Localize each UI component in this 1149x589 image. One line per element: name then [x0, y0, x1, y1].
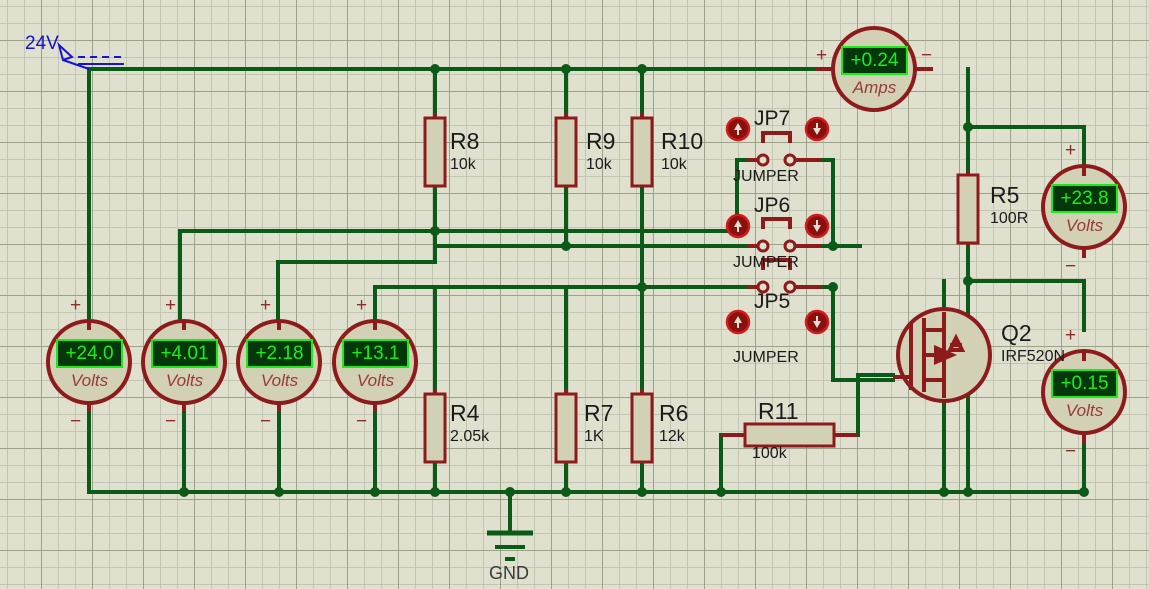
jumper-jp5-type: JUMPER	[733, 349, 799, 366]
voltmeter-v6-plus: +	[1065, 325, 1077, 346]
jumper-jp7-type: JUMPER	[733, 168, 799, 185]
resistor-r4	[423, 392, 447, 464]
resistor-r4-ref: R4	[450, 400, 480, 426]
source-label: 24V	[25, 33, 59, 54]
resistor-r6-value: 12k	[659, 428, 685, 445]
resistor-r7-ref: R7	[584, 400, 614, 426]
jumper-jp7-ref: JP7	[754, 107, 791, 130]
mosfet-q2	[893, 307, 992, 403]
resistor-r8-value: 10k	[450, 156, 476, 173]
resistor-r10	[630, 116, 654, 188]
resistor-r10-value: 10k	[661, 156, 687, 173]
voltmeter-v6-value: +0.15	[1060, 373, 1109, 394]
resistor-r4-value: 2.05k	[450, 428, 490, 445]
ground-symbol	[487, 530, 533, 561]
resistor-r11-ref: R11	[758, 398, 799, 424]
ammeter-a1-unit: Amps	[852, 78, 897, 97]
voltmeter-v3-plus: +	[260, 295, 272, 316]
jp7-down-button[interactable]	[804, 116, 830, 142]
jp5-up-button[interactable]	[725, 309, 751, 335]
resistor-r9-value: 10k	[586, 156, 612, 173]
voltmeter-v2-value: +4.01	[160, 343, 209, 364]
resistor-r8-ref: R8	[450, 128, 480, 154]
jp6-up-button[interactable]	[725, 213, 751, 239]
resistor-r7	[554, 392, 578, 464]
ammeter-a1-value: +0.24	[850, 50, 899, 71]
voltmeter-v3-minus: −	[260, 411, 272, 432]
ammeter-a1-minus: −	[921, 45, 933, 66]
resistor-r5-ref: R5	[990, 182, 1020, 208]
resistor-r9	[554, 116, 578, 188]
voltmeter-v2-minus: −	[165, 411, 177, 432]
voltmeter-v1-minus: −	[70, 411, 82, 432]
voltmeter-v5-unit: Volts	[1065, 216, 1104, 235]
voltmeter-v4-plus: +	[356, 295, 368, 316]
resistor-r9-ref: R9	[586, 128, 616, 154]
voltmeter-v3-value: +2.18	[255, 343, 304, 364]
voltmeter-v1-value: +24.0	[65, 343, 114, 364]
resistor-r8	[423, 116, 447, 188]
voltmeter-v6-unit: Volts	[1065, 401, 1104, 420]
jp7-up-button[interactable]	[725, 116, 751, 142]
voltmeter-v4-value: +13.1	[351, 343, 400, 364]
resistor-r5	[956, 173, 980, 245]
voltmeter-v5-minus: −	[1065, 256, 1077, 277]
resistor-r11-value: 100k	[752, 445, 787, 462]
ground-label: GND	[489, 563, 529, 583]
schematic-canvas: 24V R8 10k R9 10k R10 10k R5 100R R4 2.0…	[0, 0, 1149, 589]
voltmeter-v4-minus: −	[356, 411, 368, 432]
voltmeter-v2-plus: +	[165, 295, 177, 316]
jumper-jp6-ref: JP6	[754, 194, 791, 217]
voltmeter-v6-minus: −	[1065, 441, 1077, 462]
source-terminal-symbol	[57, 41, 124, 70]
jumper-jp6-type: JUMPER	[733, 254, 799, 271]
voltmeter-v5-value: +23.8	[1060, 188, 1109, 209]
transistor-q2-part: IRF520N	[1001, 348, 1066, 365]
ammeter-a1-plus: +	[816, 45, 828, 66]
voltmeter-v1-plus: +	[70, 295, 82, 316]
resistor-r11	[743, 422, 836, 448]
voltmeter-v4-unit: Volts	[356, 371, 395, 390]
resistor-r6	[630, 392, 654, 464]
resistor-r10-ref: R10	[661, 128, 704, 154]
voltmeter-v3-unit: Volts	[260, 371, 299, 390]
resistor-r5-value: 100R	[990, 210, 1029, 227]
resistor-r6-ref: R6	[659, 400, 689, 426]
transistor-q2-ref: Q2	[1001, 320, 1032, 346]
jp5-down-button[interactable]	[804, 309, 830, 335]
resistor-r7-value: 1K	[584, 428, 604, 445]
jumper-jp5-ref: JP5	[754, 290, 791, 313]
jp6-down-button[interactable]	[804, 213, 830, 239]
voltmeter-v5-plus: +	[1065, 140, 1077, 161]
voltmeter-v1-unit: Volts	[70, 371, 109, 390]
voltmeter-v2-unit: Volts	[165, 371, 204, 390]
